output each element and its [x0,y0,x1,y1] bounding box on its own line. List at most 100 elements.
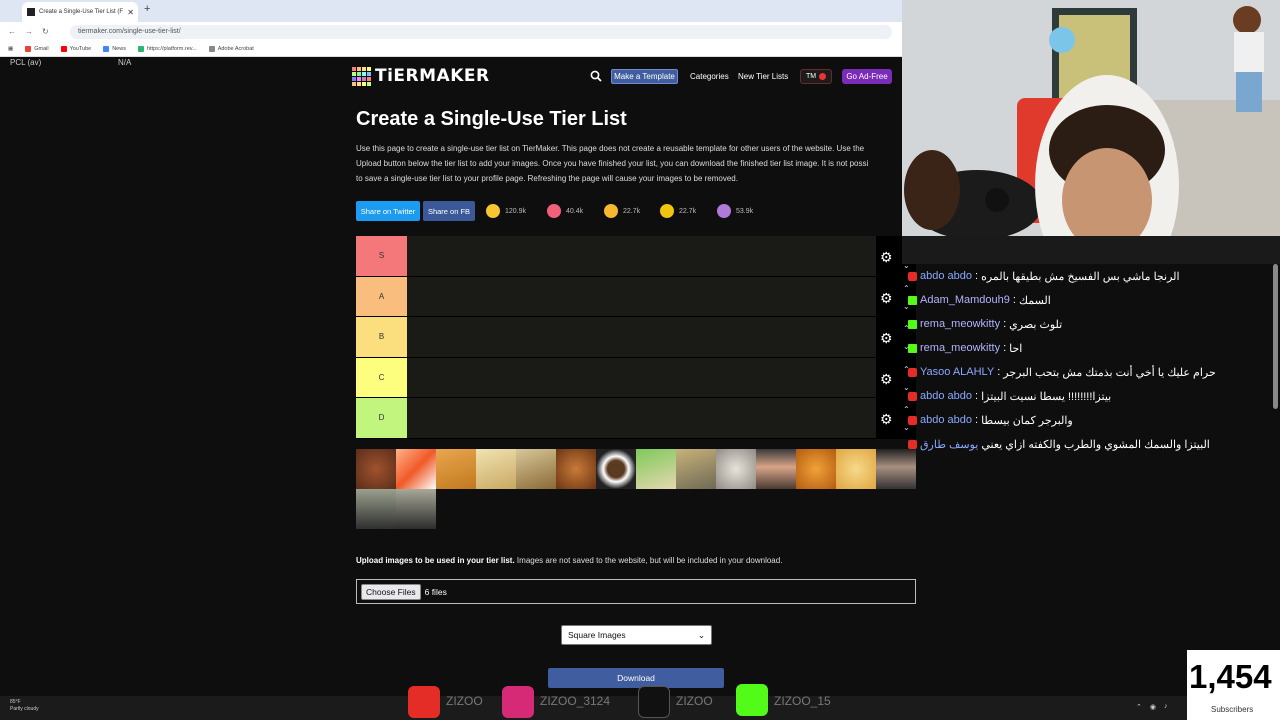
rice-dish-image[interactable] [476,449,516,489]
shawarma-image[interactable] [516,449,556,489]
tier-drop-zone[interactable] [407,398,876,438]
chat-scrollbar[interactable] [1273,264,1278,409]
bookmarks-bar: ▦ Gmail YouTube News https://platform.re… [0,41,902,57]
bookmark-platform[interactable]: https://platform.rev... [137,45,197,52]
person-photo-image[interactable] [756,449,796,489]
gear-icon[interactable]: ⚙ [880,412,893,426]
gear-icon[interactable]: ⚙ [880,331,893,345]
file-upload-field[interactable]: Choose Files 6 files [356,579,916,604]
bookmark-label: News [112,45,126,52]
tier-drop-zone[interactable] [407,317,876,357]
instagram-icon [502,686,534,718]
tier-row-a: A [356,276,876,317]
chat-message: rema_meowkitty: احا [908,336,1280,360]
tier-row-b: B [356,317,876,358]
bookmark-news[interactable]: News [103,45,126,52]
tiermaker-logo[interactable]: TiERMAKER [352,66,490,86]
chat-username: abdo abdo [920,390,972,402]
tier-list: S A B C D [356,236,876,439]
youtube-icon [908,439,917,449]
weather-widget[interactable]: 85°F Partly cloudy [10,699,39,713]
chat-message: rema_meowkitty: تلوث بصري [908,312,1280,336]
youtube-icon [908,271,917,281]
tier-drop-zone[interactable] [407,236,876,276]
nav-new-tier-lists-link[interactable]: New Tier Lists [738,72,788,81]
tier-drop-zone[interactable] [407,357,876,397]
chat-separator: : [1003,342,1007,354]
socials-bar: ZIZOO ZIZOO_3124 ZIZOO ZIZOO_15 [408,684,838,720]
share-twitter-button[interactable]: Share on Twitter [356,201,420,221]
make-template-button[interactable]: Make a Template [611,69,678,84]
group-photo-image[interactable] [356,489,396,529]
back-icon[interactable]: ← [8,27,16,36]
bookmark-label: Gmail [34,45,49,52]
sushi-image[interactable] [396,449,436,489]
share-facebook-button[interactable]: Share on FB [423,201,475,221]
youtube-icon [908,415,917,425]
files-count: 6 files [424,586,447,597]
ful-bowl-image[interactable] [596,449,636,489]
chat-username: يوسف طارق [920,438,979,451]
chevron-up-icon[interactable]: ⌃ [1136,703,1142,711]
tm-button[interactable]: TM [800,69,832,84]
choose-files-button[interactable]: Choose Files [361,583,421,600]
tier-row-c: C [356,357,876,398]
group-photo-image[interactable] [396,489,436,529]
tier-label[interactable]: B [356,317,407,357]
reaction-laughing[interactable]: 22.7k [604,204,640,218]
social-handle: ZIZOO [446,694,483,708]
chat-text: السمك [1018,294,1051,307]
tier-label[interactable]: S [356,236,407,276]
reload-icon[interactable]: ↻ [42,27,49,36]
apps-icon[interactable]: ▦ [8,46,13,52]
subscriber-count: 1,454 [1189,658,1272,695]
volume-icon[interactable]: ♪ [1164,703,1168,711]
spring-rolls-image[interactable] [436,449,476,489]
roast-chicken-image[interactable] [556,449,596,489]
bookmark-gmail[interactable]: Gmail [25,45,49,52]
reaction-poop[interactable]: 53.9k [717,204,753,218]
tier-row-s: S [356,236,876,277]
search-icon[interactable] [590,70,602,82]
tier-label[interactable]: A [356,276,407,316]
grin-emoji-icon [486,204,500,218]
social-handle: ZIZOO [676,694,713,708]
upload-instructions: Upload images to be used in your tier li… [356,556,782,565]
network-icon[interactable]: ◉ [1150,703,1156,711]
nav-categories-link[interactable]: Categories [690,72,729,81]
tier-drop-zone[interactable] [407,276,876,316]
reaction-clapping[interactable]: 22.7k [660,204,696,218]
forward-icon[interactable]: → [25,27,33,36]
tier-row-d: D [356,398,876,439]
select-value: Square Images [568,630,626,640]
new-tab-button[interactable]: + [144,3,150,15]
chat-separator: : [975,414,979,426]
reaction-count: 22.7k [679,207,697,215]
grilled-fish-image[interactable] [676,449,716,489]
bookmark-youtube[interactable]: YouTube [60,45,91,52]
tier-label[interactable]: D [356,398,407,438]
food-image[interactable] [356,449,396,489]
chat-message: abdo abdo: بيتزا!!!!!!!! يسطا نسيت البيتز… [908,384,1280,408]
gear-icon[interactable]: ⚙ [880,291,893,305]
bookmark-adobe[interactable]: Adobe Acrobat [208,45,254,52]
fried-chicken-image[interactable] [796,449,836,489]
tier-label[interactable]: C [356,357,407,397]
gear-icon[interactable]: ⚙ [880,372,893,386]
youtube-icon [408,686,440,718]
browser-tab[interactable]: Create a Single-Use Tier List (F ✕ [22,2,138,22]
salad-image[interactable] [636,449,676,489]
social-handle: ZIZOO_15 [774,694,831,708]
gear-icon[interactable]: ⚙ [880,250,893,264]
reaction-heart-eyes[interactable]: 40.4k [547,204,583,218]
url-field[interactable]: tiermaker.com/single-use-tier-list/ [70,24,892,39]
kofta-image[interactable] [836,449,876,489]
reaction-grin[interactable]: 120.9k [486,204,526,218]
close-tab-icon[interactable]: ✕ [127,8,134,17]
go-ad-free-button[interactable]: Go Ad-Free [842,69,892,84]
image-shape-select[interactable]: Square Images ⌄ [561,625,712,645]
bookmark-label: Adobe Acrobat [217,45,254,52]
chat-text: البيتزا والسمك المشوي والطرب والكفته ازا… [981,438,1210,451]
notification-dot-icon [819,73,827,80]
cat-image[interactable] [716,449,756,489]
